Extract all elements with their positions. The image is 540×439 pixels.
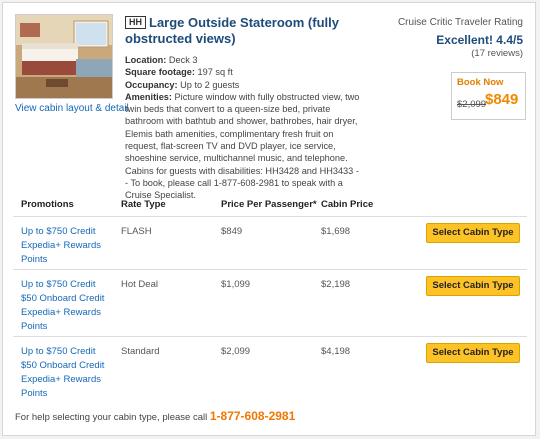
rate-type-cell: FLASH [121, 226, 152, 237]
original-price: $2,099 [457, 99, 487, 110]
price-per-passenger-cell: $849 [221, 226, 243, 237]
amenities-label: Amenities: [125, 91, 172, 102]
occupancy-label: Occupancy: [125, 79, 178, 90]
promo-link[interactable]: $50 Onboard Credit [21, 292, 104, 306]
help-text: For help selecting your cabin type, plea… [15, 412, 208, 423]
footage-label: Square footage: [125, 67, 195, 78]
rating-value: Excellent! 4.4/5 [436, 33, 523, 47]
cabin-price-cell: $2,198 [321, 279, 351, 290]
table-row: Up to $750 Credit Expedia+ Rewards Point… [13, 217, 527, 270]
header-price-per-passenger: Price Per Passenger* [221, 199, 317, 210]
footage-row: Square footage: 197 sq ft [125, 66, 360, 78]
promo-link[interactable]: Points [21, 320, 104, 334]
table-header: Promotions Rate Type Price Per Passenger… [13, 193, 527, 217]
cabin-price-cell: $1,698 [321, 226, 351, 237]
cabin-price-cell: $4,198 [321, 346, 351, 357]
amenities-value: Picture window with fully obstructed vie… [125, 91, 360, 201]
select-cabin-type-button[interactable]: Select Cabin Type [426, 343, 520, 363]
amenities-row: Amenities: Picture window with fully obs… [125, 91, 360, 202]
table-row: Up to $750 Credit $50 Onboard Credit Exp… [13, 270, 527, 337]
location-row: Location: Deck 3 [125, 54, 360, 66]
category-code-badge: HH [125, 16, 146, 29]
location-label: Location: [125, 55, 167, 65]
price-per-passenger-cell: $2,099 [221, 346, 251, 357]
cabin-card: View cabin layout & detail HH Large Outsi… [2, 2, 536, 436]
cabin-details: Location: Deck 3 Square footage: 197 sq … [125, 54, 360, 202]
promo-link[interactable]: Up to $750 Credit [21, 225, 101, 239]
select-cabin-type-button[interactable]: Select Cabin Type [426, 223, 520, 243]
header-promotions: Promotions [21, 199, 74, 210]
promo-link[interactable]: Points [21, 253, 101, 267]
book-now-label: Book Now [457, 77, 504, 88]
promo-link[interactable]: Up to $750 Credit [21, 345, 104, 359]
promo-cell: Up to $750 Credit $50 Onboard Credit Exp… [21, 345, 104, 401]
occupancy-value: Up to 2 guests [180, 79, 240, 90]
rate-type-cell: Standard [121, 346, 160, 357]
rate-type-cell: Hot Deal [121, 279, 158, 290]
cabin-title-row: HH Large Outside Stateroom (fully obstruc… [125, 15, 395, 47]
help-phone-number[interactable]: 1-877-608-2981 [210, 409, 295, 423]
view-cabin-layout-link[interactable]: View cabin layout & detail [15, 103, 129, 114]
promo-link[interactable]: Points [21, 387, 104, 401]
header-cabin-price: Cabin Price [321, 199, 374, 210]
occupancy-row: Occupancy: Up to 2 guests [125, 79, 360, 91]
promo-link[interactable]: Expedia+ Rewards [21, 373, 104, 387]
promo-link[interactable]: Expedia+ Rewards [21, 239, 101, 253]
cabin-photo-image [16, 15, 112, 98]
header-rate-type: Rate Type [121, 199, 166, 210]
rating-label: Cruise Critic Traveler Rating [397, 17, 523, 28]
location-value: Deck 3 [168, 55, 198, 65]
promo-link[interactable]: Expedia+ Rewards [21, 306, 104, 320]
sale-price: $849 [485, 91, 519, 108]
promo-link[interactable]: $50 Onboard Credit [21, 359, 104, 373]
footage-value: 197 sq ft [197, 67, 233, 78]
rates-table: Promotions Rate Type Price Per Passenger… [13, 193, 527, 399]
help-line: For help selecting your cabin type, plea… [15, 409, 295, 423]
review-count-link[interactable]: (17 reviews) [471, 48, 523, 59]
price-per-passenger-cell: $1,099 [221, 279, 251, 290]
cabin-photo[interactable] [15, 14, 113, 99]
book-now-box: Book Now $2,099 $849 [451, 72, 526, 120]
cabin-title[interactable]: Large Outside Stateroom (fully obstructe… [125, 15, 339, 46]
promo-cell: Up to $750 Credit Expedia+ Rewards Point… [21, 225, 101, 267]
select-cabin-type-button[interactable]: Select Cabin Type [426, 276, 520, 296]
promo-cell: Up to $750 Credit $50 Onboard Credit Exp… [21, 278, 104, 334]
promo-link[interactable]: Up to $750 Credit [21, 278, 104, 292]
table-row: Up to $750 Credit $50 Onboard Credit Exp… [13, 337, 527, 399]
